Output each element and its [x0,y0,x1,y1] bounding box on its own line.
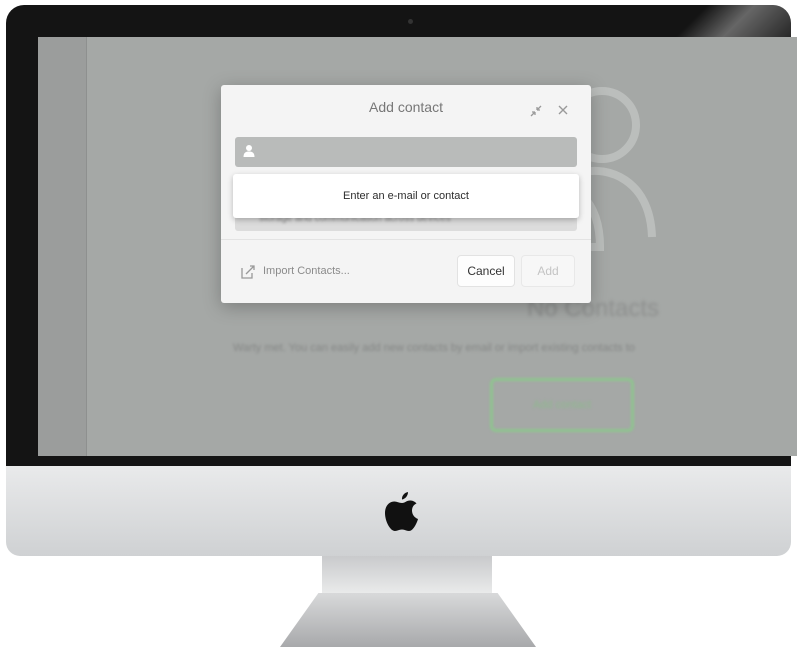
screen: No Contacts Warty met. You can easily ad… [38,37,797,456]
import-contacts-link[interactable]: Import Contacts... [263,265,350,277]
imac-stand-neck [322,556,492,596]
contact-input[interactable] [235,137,577,167]
collapse-arrows-icon[interactable] [529,104,543,118]
suggestion-dropdown-item[interactable]: Enter an e-mail or contact [233,174,579,218]
person-icon [243,145,255,157]
import-icon[interactable] [241,264,256,279]
imac-stand-base [280,593,536,647]
close-icon[interactable] [556,103,570,117]
footer-divider [221,239,591,240]
apple-logo-icon [385,492,418,531]
app-sidebar [38,37,87,456]
add-contact-dialog: Add contact storage and communication ac… [221,85,591,303]
camera [408,19,413,24]
add-button[interactable]: Add [521,255,575,287]
empty-state-text: Warty met. You can easily add new contac… [233,342,635,354]
bg-add-contact-button[interactable]: Add contact [490,378,634,432]
cancel-button[interactable]: Cancel [457,255,515,287]
